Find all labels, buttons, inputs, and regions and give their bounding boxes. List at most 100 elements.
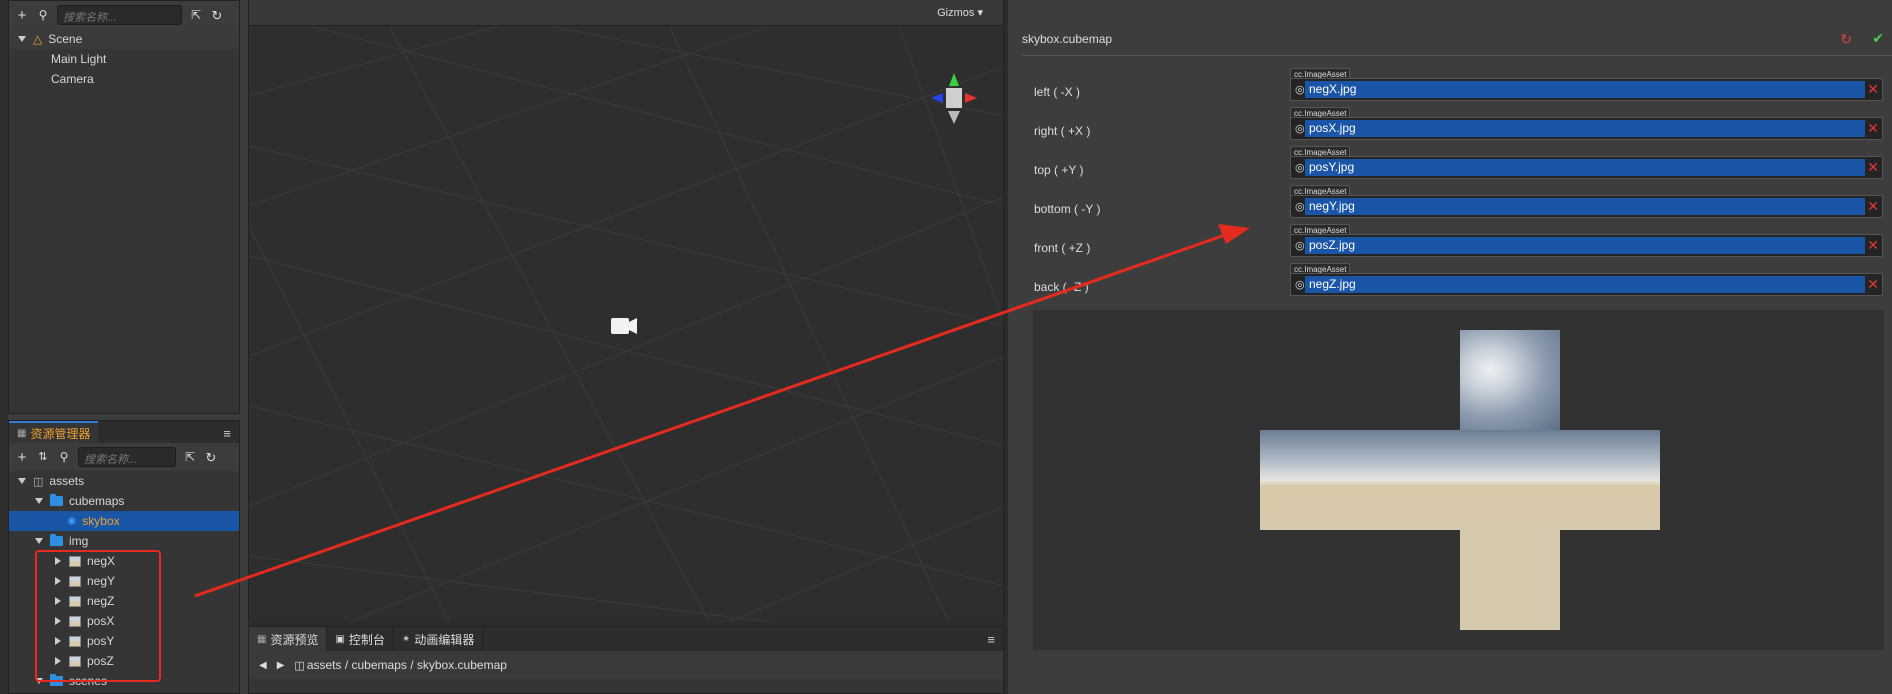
divider	[1022, 55, 1892, 56]
tree-item-image[interactable]: negX	[9, 551, 239, 571]
folder-icon	[50, 534, 63, 546]
tree-item-camera[interactable]: Camera	[9, 69, 239, 89]
clear-icon[interactable]: ✕	[1867, 159, 1879, 176]
clear-icon[interactable]: ✕	[1867, 198, 1879, 215]
asset-path: assets / cubemaps / skybox.cubemap	[306, 658, 507, 672]
expand-arrow-icon[interactable]	[55, 557, 61, 565]
asset-value[interactable]: posY.jpg	[1305, 159, 1865, 176]
tree-item-cubemaps[interactable]: cubemaps	[9, 491, 239, 511]
cubemap-icon: ❃	[67, 515, 77, 528]
sort-icon[interactable]: ⇅	[36, 451, 50, 463]
hierarchy-search-input[interactable]: 搜索名称...	[57, 5, 182, 25]
back-arrow-icon[interactable]: ◀	[259, 660, 267, 671]
gizmos-dropdown[interactable]: Gizmos ▾	[937, 6, 983, 19]
tree-item-skybox[interactable]: ❃ skybox	[9, 511, 239, 531]
tab-label: 控制台	[348, 632, 385, 647]
tab-assets[interactable]: ▦ 资源管理器	[9, 421, 99, 443]
forward-arrow-icon[interactable]: ▶	[277, 660, 285, 671]
face-row-right: right ( +X ) cc.ImageAsset ◎ posX.jpg ✕	[1008, 107, 1892, 146]
bottom-dock: ▦ 资源预览 ▣ 控制台 ✴ 动画编辑器 ≡ ◀ ▶ ◫ assets / cu…	[248, 626, 1004, 694]
expand-arrow-icon[interactable]	[18, 36, 26, 42]
tree-item-img[interactable]: img	[9, 531, 239, 551]
tree-item-label: posY	[87, 634, 115, 648]
assets-toolbar: + ⇅ ⚲ 搜索名称... ⇱ ↻	[9, 443, 239, 471]
asset-field[interactable]: ◎ posZ.jpg ✕	[1290, 234, 1883, 257]
asset-value[interactable]: negZ.jpg	[1305, 276, 1865, 293]
refresh-icon[interactable]: ↻	[210, 9, 224, 22]
asset-field[interactable]: ◎ posY.jpg ✕	[1290, 156, 1883, 179]
locate-icon[interactable]: ◎	[1295, 83, 1305, 96]
face-label: top ( +Y )	[1034, 163, 1084, 177]
locate-icon[interactable]: ◎	[1295, 122, 1305, 135]
add-icon[interactable]: +	[15, 450, 29, 465]
tree-item-image[interactable]: posZ	[9, 651, 239, 671]
folder-icon	[50, 494, 63, 506]
clear-icon[interactable]: ✕	[1867, 276, 1879, 293]
asset-field[interactable]: ◎ negY.jpg ✕	[1290, 195, 1883, 218]
tree-item-label: Camera	[51, 72, 94, 86]
search-icon[interactable]: ⚲	[36, 9, 50, 21]
asset-value[interactable]: negY.jpg	[1305, 198, 1865, 215]
animation-icon: ✴	[401, 633, 411, 645]
tree-item-image[interactable]: negZ	[9, 591, 239, 611]
menu-icon[interactable]: ≡	[987, 632, 995, 647]
asset-value[interactable]: negX.jpg	[1305, 81, 1865, 98]
asset-value[interactable]: posX.jpg	[1305, 120, 1865, 137]
locate-icon[interactable]: ◎	[1295, 161, 1305, 174]
expand-arrow-icon[interactable]	[55, 597, 61, 605]
tree-item-main-light[interactable]: Main Light	[9, 49, 239, 69]
face-label: front ( +Z )	[1034, 241, 1091, 255]
tree-item-label: Scene	[48, 32, 83, 46]
revert-icon[interactable]: ↻	[1840, 31, 1852, 48]
camera-icon	[611, 318, 637, 334]
tab-asset-preview[interactable]: ▦ 资源预览	[249, 627, 328, 651]
expand-arrow-icon[interactable]	[55, 577, 61, 585]
locate-icon[interactable]: ◎	[1295, 200, 1305, 213]
expand-arrow-icon[interactable]	[55, 657, 61, 665]
tab-animation-editor[interactable]: ✴ 动画编辑器	[394, 627, 484, 651]
tree-item-scene[interactable]: △ Scene	[9, 29, 239, 49]
tree-item-image[interactable]: posY	[9, 631, 239, 651]
assets-tab-bar: ▦ 资源管理器 ≡	[9, 421, 239, 443]
asset-field[interactable]: ◎ negX.jpg ✕	[1290, 78, 1883, 101]
expand-arrow-icon[interactable]	[55, 617, 61, 625]
collapse-icon[interactable]: ⇱	[183, 451, 197, 463]
expand-arrow-icon[interactable]	[35, 538, 43, 544]
clear-icon[interactable]: ✕	[1867, 237, 1879, 254]
clear-icon[interactable]: ✕	[1867, 120, 1879, 137]
asset-field[interactable]: ◎ negZ.jpg ✕	[1290, 273, 1883, 296]
tree-item-image[interactable]: posX	[9, 611, 239, 631]
expand-arrow-icon[interactable]	[35, 498, 43, 504]
expand-arrow-icon[interactable]	[18, 478, 26, 484]
scene-toolbar: Gizmos ▾	[249, 0, 1003, 26]
menu-icon[interactable]: ≡	[223, 426, 231, 441]
add-icon[interactable]: +	[15, 8, 29, 23]
locate-icon[interactable]: ◎	[1295, 278, 1305, 291]
database-icon: ◫	[33, 475, 44, 488]
clear-icon[interactable]: ✕	[1867, 81, 1879, 98]
collapse-icon[interactable]: ⇱	[189, 9, 203, 21]
tab-label: 动画编辑器	[414, 632, 475, 647]
tab-console[interactable]: ▣ 控制台	[327, 627, 394, 651]
tree-item-image[interactable]: negY	[9, 571, 239, 591]
image-icon	[69, 655, 81, 667]
image-icon	[69, 555, 81, 567]
expand-arrow-icon[interactable]	[35, 678, 43, 684]
tree-item-label: img	[69, 534, 89, 548]
inspector-panel: skybox.cubemap ↻ ✔ left ( -X ) cc.ImageA…	[1008, 0, 1892, 694]
face-label: right ( +X )	[1034, 124, 1091, 138]
scene-fire-icon: △	[33, 32, 43, 46]
scene-view[interactable]: Gizmos ▾	[248, 0, 1004, 622]
search-icon[interactable]: ⚲	[57, 451, 71, 463]
tree-item-assets[interactable]: ◫ assets	[9, 471, 239, 491]
refresh-icon[interactable]: ↻	[204, 451, 218, 464]
asset-field[interactable]: ◎ posX.jpg ✕	[1290, 117, 1883, 140]
asset-value[interactable]: posZ.jpg	[1305, 237, 1865, 254]
expand-arrow-icon[interactable]	[55, 637, 61, 645]
left-column: + ⚲ 搜索名称... ⇱ ↻ △ Scene Main Light Camer…	[0, 0, 248, 694]
locate-icon[interactable]: ◎	[1295, 239, 1305, 252]
tree-item-scenes[interactable]: scenes	[9, 671, 239, 691]
gizmos-label: Gizmos	[937, 7, 975, 19]
apply-check-icon[interactable]: ✔	[1872, 30, 1884, 47]
assets-search-input[interactable]: 搜索名称...	[78, 447, 176, 467]
